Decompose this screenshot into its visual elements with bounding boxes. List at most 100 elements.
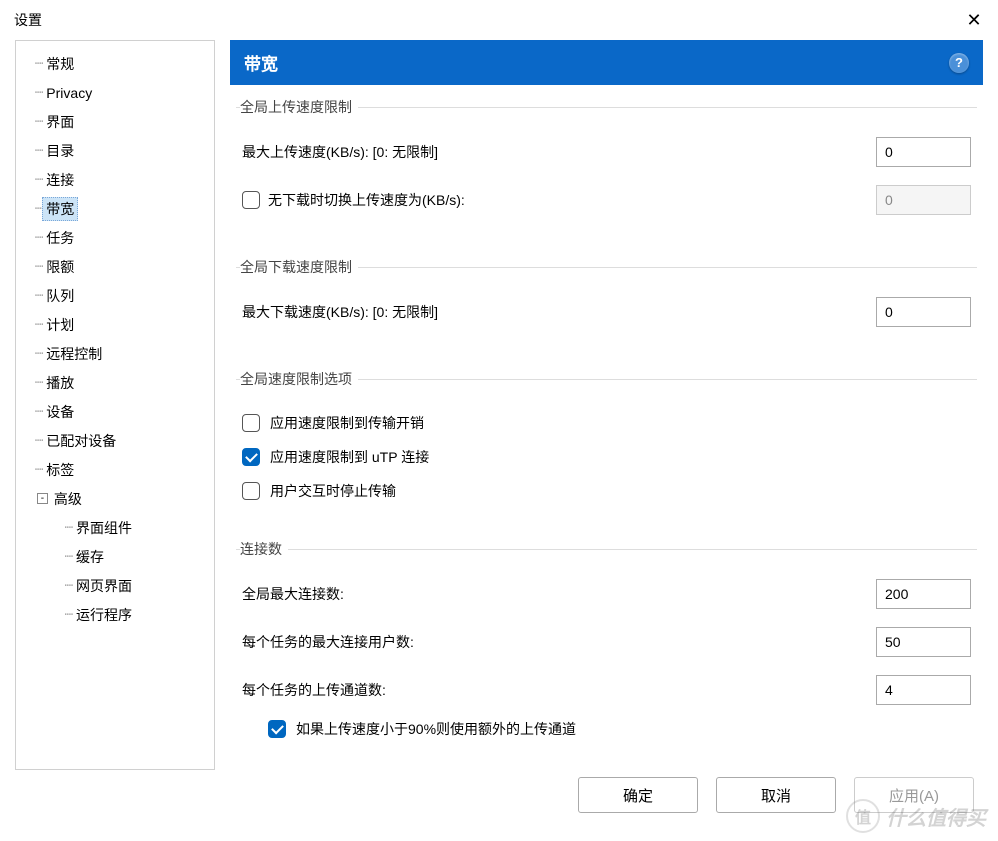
pertask-conn-label: 每个任务的最大连接用户数: [242, 632, 414, 652]
tree-item-label: 常规 [42, 52, 78, 76]
global-conn-input[interactable] [876, 579, 971, 609]
global-conn-label: 全局最大连接数: [242, 584, 344, 604]
alt-upload-label: 无下载时切换上传速度为(KB/s): [268, 190, 465, 210]
help-icon[interactable]: ? [949, 53, 969, 73]
extra-slots-checkbox[interactable] [268, 720, 286, 738]
connections-group: 连接数 全局最大连接数: 每个任务的最大连接用户数: 每个任务的上传通道数: 如… [236, 539, 977, 759]
tree-item[interactable]: ┈计划 [20, 310, 210, 339]
tree-item-label: 连接 [42, 168, 78, 192]
tree-branch-icon [20, 520, 65, 536]
tree-item[interactable]: ┈队列 [20, 281, 210, 310]
tree-branch-icon: ┈ [35, 288, 42, 304]
tree-item[interactable]: ┈已配对设备 [20, 426, 210, 455]
tree-item-label: 界面组件 [72, 516, 136, 540]
tree-branch-icon: ┈ [35, 404, 42, 420]
tree-item[interactable]: -高级 [20, 484, 210, 513]
tree-item[interactable]: ┈网页界面 [20, 571, 210, 600]
apply-button[interactable]: 应用(A) [854, 777, 974, 813]
ok-button[interactable]: 确定 [578, 777, 698, 813]
apply-utp-label: 应用速度限制到 uTP 连接 [270, 447, 429, 467]
tree-branch-icon: ┈ [35, 317, 42, 333]
tree-branch-icon: ┈ [35, 230, 42, 246]
pertask-conn-input[interactable] [876, 627, 971, 657]
tree-branch-icon [20, 288, 35, 304]
apply-overhead-label: 应用速度限制到传输开销 [270, 413, 424, 433]
dialog-buttons: 确定 取消 应用(A) [578, 777, 974, 813]
tree-item[interactable]: ┈界面组件 [20, 513, 210, 542]
tree-branch-icon: ┈ [35, 143, 42, 159]
tree-item-label: 已配对设备 [42, 429, 120, 453]
stop-on-interaction-checkbox[interactable] [242, 482, 260, 500]
tree-branch-icon: ┈ [35, 346, 42, 362]
tree-item[interactable]: ┈运行程序 [20, 600, 210, 629]
upload-slots-input[interactable] [876, 675, 971, 705]
tree-item-label: 计划 [42, 313, 78, 337]
tree-branch-icon [20, 85, 35, 101]
download-limit-group: 全局下载速度限制 最大下载速度(KB/s): [0: 无限制] [236, 257, 977, 351]
tree-branch-icon: ┈ [35, 114, 42, 130]
tree-item-label: 远程控制 [42, 342, 106, 366]
tree-item-label: 队列 [42, 284, 78, 308]
extra-slots-label: 如果上传速度小于90%则使用额外的上传通道 [296, 719, 576, 739]
tree-branch-icon: ┈ [65, 520, 72, 536]
connections-legend: 连接数 [240, 539, 288, 559]
apply-overhead-checkbox[interactable] [242, 414, 260, 432]
cancel-button[interactable]: 取消 [716, 777, 836, 813]
tree-branch-icon [20, 346, 35, 362]
alt-upload-input [876, 185, 971, 215]
tree-branch-icon: ┈ [35, 201, 42, 217]
tree-item[interactable]: ┈连接 [20, 165, 210, 194]
alt-upload-checkbox[interactable] [242, 191, 260, 209]
tree-branch-icon [20, 259, 35, 275]
apply-utp-checkbox[interactable] [242, 448, 260, 466]
tree-item[interactable]: ┈播放 [20, 368, 210, 397]
tree-branch-icon: ┈ [35, 56, 42, 72]
tree-branch-icon: ┈ [35, 433, 42, 449]
tree-item[interactable]: ┈缓存 [20, 542, 210, 571]
tree-item[interactable]: ┈常规 [20, 49, 210, 78]
tree-branch-icon [20, 549, 65, 565]
max-upload-input[interactable] [876, 137, 971, 167]
window-title: 设置 [14, 10, 42, 30]
tree-item-label: 任务 [42, 226, 78, 250]
tree-item-label: 网页界面 [72, 574, 136, 598]
download-limit-legend: 全局下载速度限制 [240, 257, 358, 277]
tree-branch-icon: ┈ [35, 375, 42, 391]
tree-branch-icon [20, 172, 35, 188]
settings-tree: ┈常规 ┈Privacy ┈界面 ┈目录 ┈连接 ┈带宽 ┈任务 ┈限额 ┈队列… [15, 40, 215, 770]
tree-branch-icon: ┈ [65, 578, 72, 594]
max-upload-label: 最大上传速度(KB/s): [0: 无限制] [242, 142, 438, 162]
tree-branch-icon [20, 375, 35, 391]
tree-item-label: 带宽 [42, 197, 78, 221]
tree-branch-icon: ┈ [35, 259, 42, 275]
tree-item[interactable]: ┈Privacy [20, 78, 210, 107]
tree-item[interactable]: ┈设备 [20, 397, 210, 426]
tree-item[interactable]: ┈目录 [20, 136, 210, 165]
tree-branch-icon: ┈ [35, 172, 42, 188]
tree-branch-icon [20, 114, 35, 130]
tree-item-label: 播放 [42, 371, 78, 395]
upload-limit-group: 全局上传速度限制 最大上传速度(KB/s): [0: 无限制] 无下载时切换上传… [236, 97, 977, 239]
tree-item[interactable]: ┈远程控制 [20, 339, 210, 368]
rate-options-legend: 全局速度限制选项 [240, 369, 358, 389]
tree-item-label: 运行程序 [72, 603, 136, 627]
rate-options-group: 全局速度限制选项 应用速度限制到传输开销 应用速度限制到 uTP 连接 用户交互… [236, 369, 977, 521]
tree-item[interactable]: ┈任务 [20, 223, 210, 252]
tree-item[interactable]: ┈带宽 [20, 194, 210, 223]
tree-branch-icon [20, 56, 35, 72]
tree-branch-icon [20, 143, 35, 159]
tree-item[interactable]: ┈标签 [20, 455, 210, 484]
tree-item[interactable]: ┈界面 [20, 107, 210, 136]
tree-branch-icon: ┈ [65, 607, 72, 623]
tree-branch-icon [20, 491, 35, 507]
tree-expander-icon[interactable]: - [37, 493, 48, 504]
tree-branch-icon: ┈ [35, 85, 42, 101]
tree-branch-icon [20, 433, 35, 449]
tree-item[interactable]: ┈限额 [20, 252, 210, 281]
tree-branch-icon [20, 230, 35, 246]
panel-header: 带宽 ? [230, 40, 983, 85]
max-download-input[interactable] [876, 297, 971, 327]
tree-item-label: 界面 [42, 110, 78, 134]
tree-branch-icon [20, 317, 35, 333]
close-icon[interactable]: ✕ [964, 10, 984, 31]
